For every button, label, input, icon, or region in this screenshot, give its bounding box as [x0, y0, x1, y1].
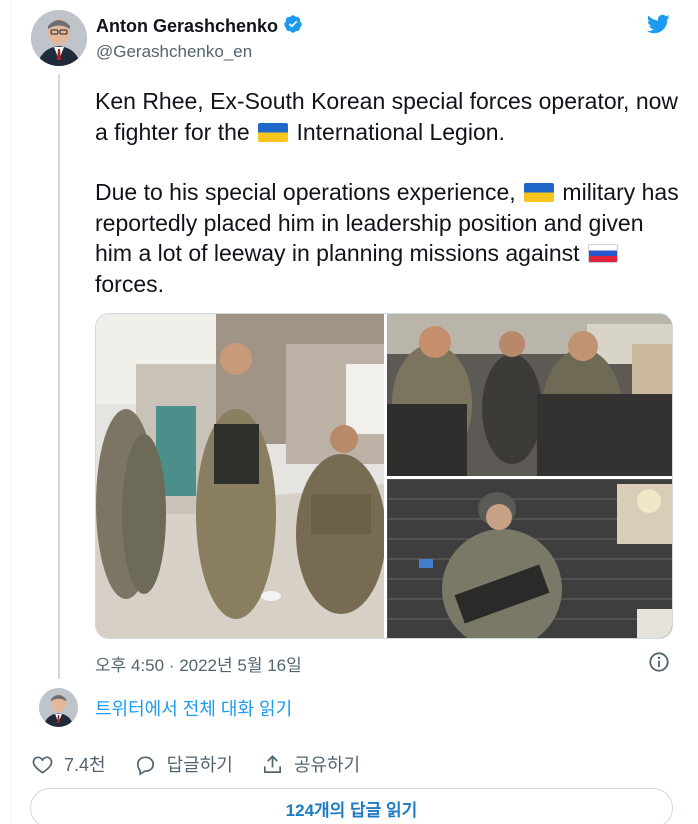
ukraine-flag-icon: [258, 122, 289, 142]
media-photo-3[interactable]: [387, 479, 672, 638]
speech-bubble-icon: [136, 755, 154, 776]
tweet-paragraph-1: Ken Rhee, Ex-South Korean special forces…: [95, 86, 685, 147]
author-avatar[interactable]: [31, 10, 87, 66]
share-label: 공유하기: [293, 755, 361, 775]
author-name[interactable]: Anton Gerashchenko: [96, 16, 278, 37]
tweet-embed-card: Anton Gerashchenko @Gerashchenko_en Ken …: [0, 0, 698, 824]
media-photo-2[interactable]: [387, 314, 672, 476]
like-button[interactable]: 7.4천: [31, 751, 106, 777]
reply-label: 답글하기: [166, 755, 233, 775]
tweet-timestamp[interactable]: 오후 4:50 · 2022년 5월 16일: [95, 651, 302, 676]
twitter-bird-icon[interactable]: [644, 12, 672, 36]
page-edge: [0, 0, 12, 824]
share-upload-icon: [263, 754, 281, 773]
tweet-action-bar: 7.4천 답글하기 공유하기: [31, 750, 388, 778]
tweet-text: Ken Rhee, Ex-South Korean special forces…: [95, 86, 685, 299]
thread-line: [58, 74, 60, 679]
tweet-text-segment: Due to his special operations experience…: [95, 179, 523, 205]
tweet-text-segment: forces.: [95, 270, 165, 297]
author-handle[interactable]: @Gerashchenko_en: [96, 42, 252, 62]
tweet-text-segment: International Legion.: [290, 118, 505, 145]
heart-icon: [32, 755, 53, 774]
media-photo-1[interactable]: [96, 314, 384, 638]
tweet-media-grid: [95, 313, 673, 639]
author-name-row[interactable]: Anton Gerashchenko: [96, 14, 303, 39]
share-button[interactable]: 공유하기: [261, 751, 360, 777]
russia-flag-icon: [587, 244, 618, 263]
author-avatar-small[interactable]: [39, 688, 78, 727]
verified-badge-icon: [283, 14, 303, 39]
like-count: 7.4천: [64, 755, 106, 775]
reply-button[interactable]: 답글하기: [134, 751, 233, 777]
tweet-paragraph-2: Due to his special operations experience…: [95, 177, 685, 299]
info-icon[interactable]: [648, 651, 670, 673]
read-full-conversation-link[interactable]: 트위터에서 전체 대화 읽기: [95, 695, 292, 721]
read-replies-button[interactable]: 124개의 답글 읽기: [30, 788, 673, 824]
ukraine-flag-icon: [524, 183, 555, 202]
